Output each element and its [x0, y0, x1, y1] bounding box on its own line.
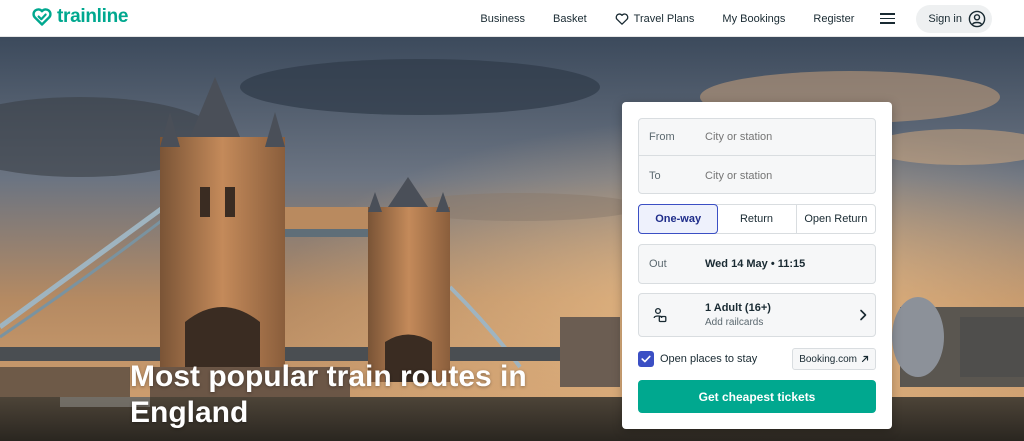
- hamburger-menu-icon[interactable]: [880, 9, 900, 29]
- nav-travel-plans-label: Travel Plans: [633, 12, 695, 25]
- passengers-field[interactable]: 1 Adult (16+) Add railcards: [638, 293, 876, 337]
- booking-com-label: Booking.com: [799, 353, 857, 365]
- sign-in-label: Sign in: [928, 12, 962, 25]
- nav-basket[interactable]: Basket: [553, 13, 587, 25]
- trainline-heart-logo-icon: [32, 7, 52, 27]
- site-header: trainline Business Basket Travel Plans M…: [0, 0, 1024, 37]
- trip-type-one-way[interactable]: One-way: [638, 204, 719, 234]
- out-date-value: Wed 14 May • 11:15: [705, 258, 806, 270]
- from-input[interactable]: [705, 131, 875, 143]
- nav-business[interactable]: Business: [480, 13, 525, 25]
- passengers-icon: [639, 307, 705, 323]
- user-circle-icon: [968, 10, 986, 28]
- out-label: Out: [649, 258, 667, 270]
- from-label: From: [649, 131, 675, 143]
- to-input[interactable]: [705, 169, 875, 182]
- checkmark-icon: [641, 355, 651, 363]
- trip-type-return[interactable]: Return: [717, 205, 797, 233]
- open-places-checkbox[interactable]: [638, 351, 654, 367]
- add-railcards-label: Add railcards: [705, 317, 764, 328]
- open-places-row: Open places to stay Booking.com: [638, 348, 876, 370]
- hero-title: Most popular train routes in England: [130, 360, 527, 429]
- trainline-logo[interactable]: trainline: [32, 6, 129, 28]
- booking-com-link[interactable]: Booking.com: [792, 348, 876, 370]
- open-places-label: Open places to stay: [660, 353, 758, 365]
- nav-register[interactable]: Register: [813, 13, 854, 25]
- station-fields: From To: [638, 118, 876, 194]
- nav-travel-plans[interactable]: Travel Plans: [615, 12, 695, 26]
- journey-search-card: From To One-way Return Open Return Out W…: [622, 102, 892, 429]
- sign-in-button[interactable]: Sign in: [916, 4, 992, 33]
- nav-my-bookings[interactable]: My Bookings: [722, 13, 785, 25]
- trip-type-open-return[interactable]: Open Return: [797, 205, 875, 233]
- external-link-icon: [861, 355, 869, 363]
- to-label: To: [649, 169, 661, 182]
- chevron-right-icon: [851, 309, 875, 321]
- to-field[interactable]: To: [639, 157, 875, 194]
- trip-type-selector: One-way Return Open Return: [638, 204, 876, 234]
- heart-icon: [615, 12, 629, 26]
- passengers-text: 1 Adult (16+) Add railcards: [705, 302, 851, 328]
- get-cheapest-tickets-button[interactable]: Get cheapest tickets: [638, 380, 876, 413]
- from-field[interactable]: From: [639, 119, 875, 156]
- outbound-date-field[interactable]: Out Wed 14 May • 11:15: [638, 244, 876, 284]
- passengers-count: 1 Adult (16+): [705, 302, 771, 314]
- main-nav: Business Basket Travel Plans My Bookings…: [466, 0, 1024, 37]
- brand-name: trainline: [57, 6, 129, 27]
